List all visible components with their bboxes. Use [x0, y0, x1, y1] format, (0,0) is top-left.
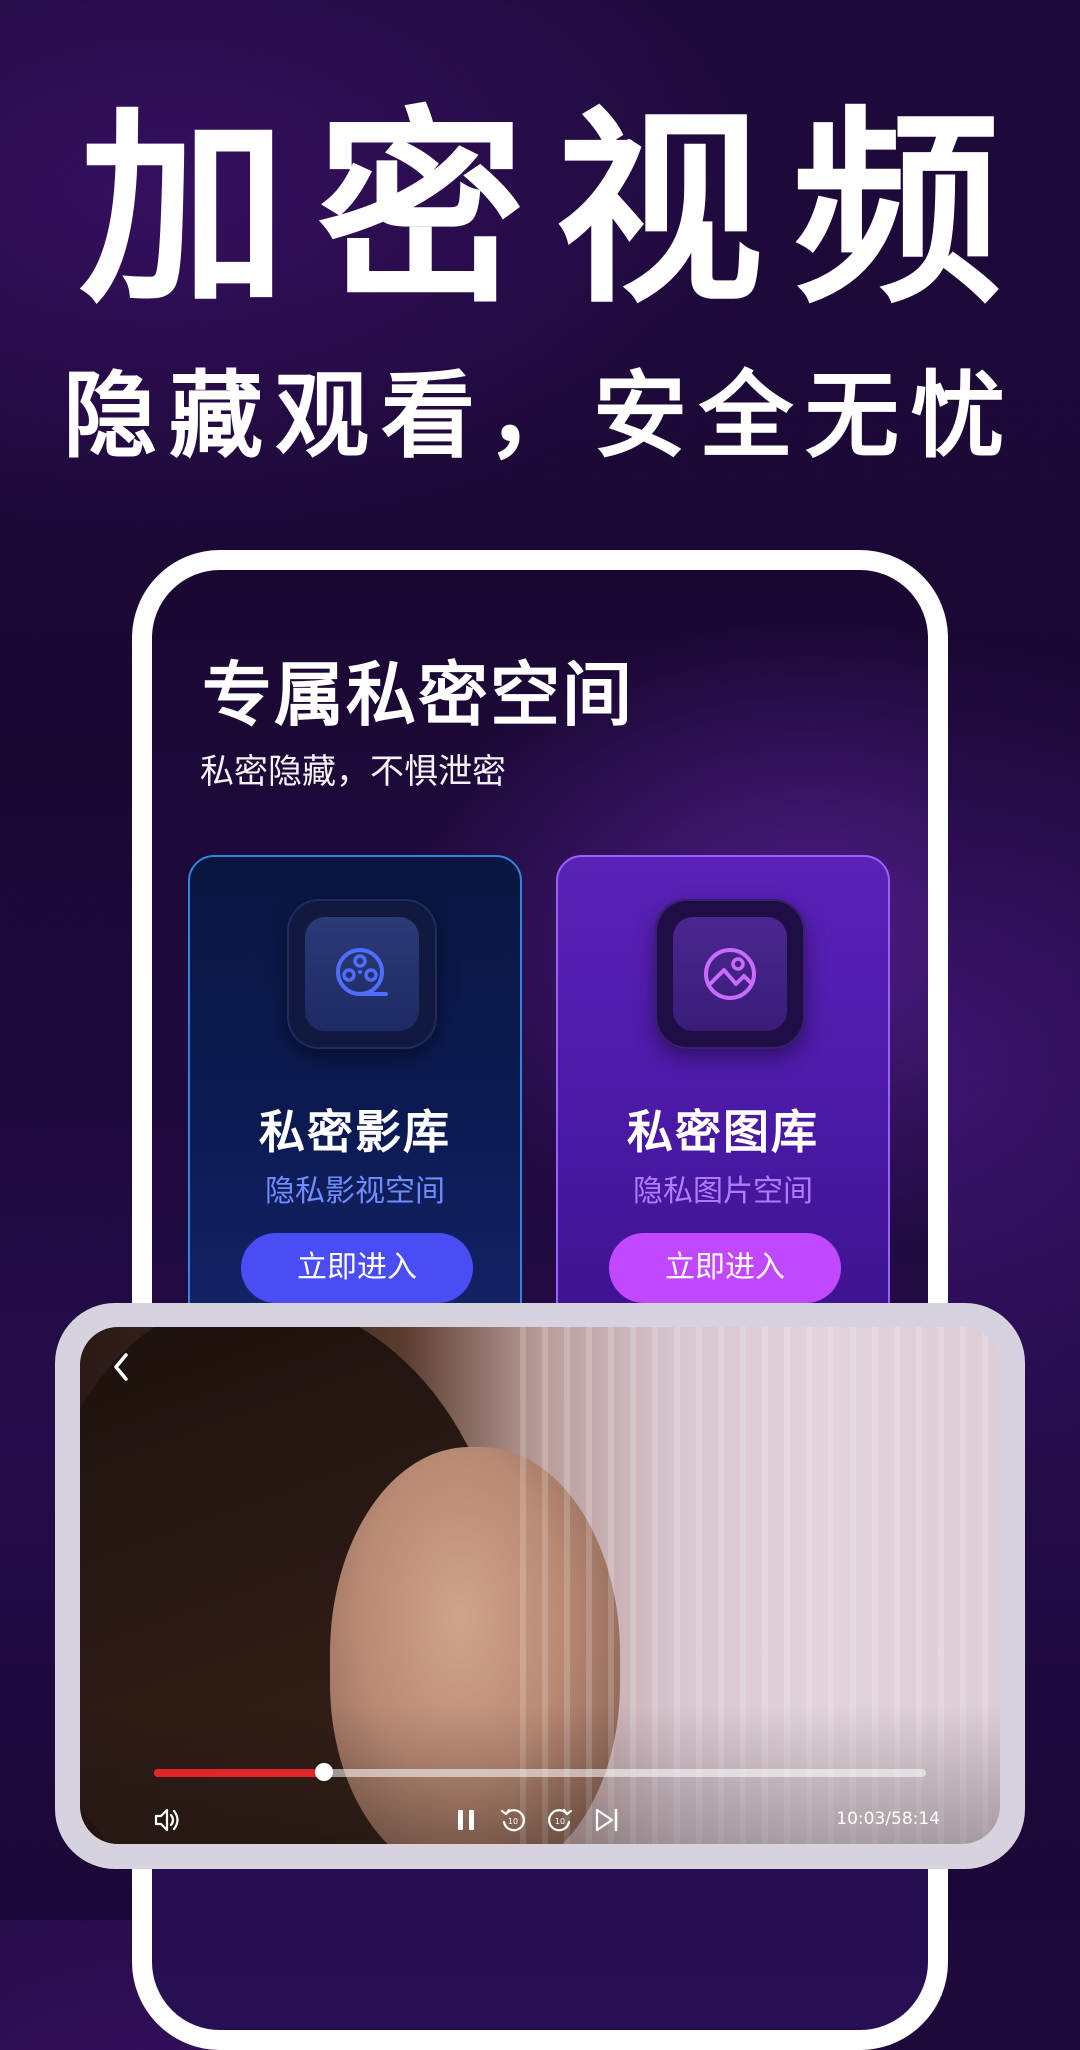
forward-10-icon[interactable]: 10: [545, 1805, 575, 1835]
volume-icon[interactable]: [152, 1805, 182, 1835]
card-title: 私密图库: [627, 1105, 819, 1159]
progress-played: [154, 1769, 324, 1777]
image-icon: [704, 948, 756, 1000]
hero-headline: 加密视频: [79, 90, 1031, 332]
card-subtitle: 隐私影视空间: [265, 1174, 445, 1209]
card-title: 私密影库: [259, 1105, 451, 1159]
enter-video-library-button[interactable]: 立即进入: [241, 1233, 473, 1303]
playback-time: 10:03/58:14: [836, 1809, 940, 1829]
progress-bar[interactable]: [154, 1763, 926, 1781]
film-reel-icon: [336, 948, 388, 996]
card-subtitle: 隐私图片空间: [633, 1174, 813, 1209]
private-space-subtitle: 私密隐藏，不惧泄密: [200, 752, 506, 792]
skip-next-icon[interactable]: [592, 1805, 622, 1835]
video-player[interactable]: 10 10 10:03/58:14: [80, 1327, 1000, 1844]
chevron-left-icon[interactable]: [106, 1349, 136, 1385]
svg-text:10: 10: [508, 1817, 518, 1826]
svg-text:10: 10: [555, 1817, 565, 1826]
image-icon-tile: [655, 899, 805, 1049]
film-reel-icon-tile: [287, 899, 437, 1049]
private-video-library-card[interactable]: 私密影库 隐私影视空间 立即进入: [188, 855, 522, 1335]
hero-subline: 隐藏观看，安全无忧: [62, 362, 1017, 471]
rewind-10-icon[interactable]: 10: [498, 1805, 528, 1835]
enter-photo-library-button[interactable]: 立即进入: [609, 1233, 841, 1303]
pause-icon[interactable]: [451, 1805, 481, 1835]
private-photo-library-card[interactable]: 私密图库 隐私图片空间 立即进入: [556, 855, 890, 1335]
private-space-title: 专属私密空间: [202, 654, 634, 736]
progress-knob[interactable]: [314, 1763, 333, 1781]
